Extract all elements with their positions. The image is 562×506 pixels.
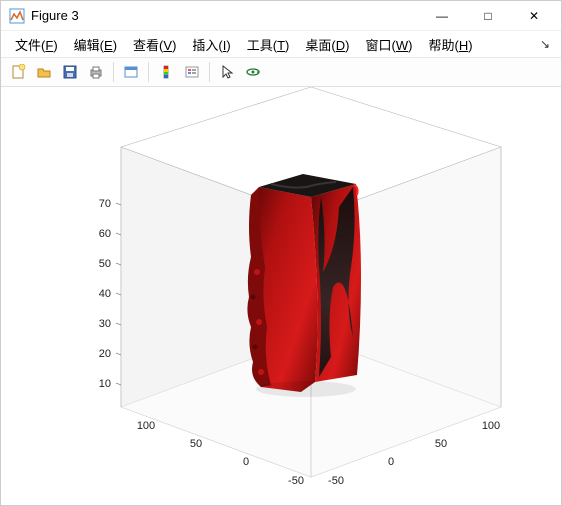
- surface-object: [247, 174, 361, 397]
- toolbar: [1, 57, 561, 87]
- app-icon: [9, 8, 25, 24]
- svg-text:0: 0: [388, 456, 394, 468]
- open-button[interactable]: [32, 60, 56, 84]
- insert-colorbar-button[interactable]: [154, 60, 178, 84]
- save-icon: [62, 64, 78, 80]
- pointer-icon: [219, 64, 235, 80]
- menu-edit[interactable]: 编辑(E): [66, 33, 125, 56]
- menu-desktop[interactable]: 桌面(D): [297, 33, 357, 56]
- menu-insert[interactable]: 插入(I): [184, 33, 238, 56]
- z-axis-ticks: 10 20 30 40 50 60 70: [99, 198, 121, 390]
- rotate-3d-icon: [245, 64, 261, 80]
- menu-overflow-icon[interactable]: ↘: [535, 37, 555, 51]
- print-icon: [88, 64, 104, 80]
- menu-view[interactable]: 查看(V): [125, 33, 184, 56]
- svg-text:50: 50: [435, 438, 447, 450]
- menu-tools[interactable]: 工具(T): [239, 33, 298, 56]
- maximize-button[interactable]: □: [465, 1, 511, 31]
- toolbar-separator: [148, 62, 149, 82]
- menu-help[interactable]: 帮助(H): [420, 33, 480, 56]
- svg-text:50: 50: [99, 258, 111, 270]
- svg-text:-50: -50: [288, 475, 304, 487]
- window-controls: — □ ✕: [419, 1, 557, 31]
- svg-text:40: 40: [99, 288, 111, 300]
- minimize-button[interactable]: —: [419, 1, 465, 31]
- svg-text:30: 30: [99, 318, 111, 330]
- rotate-3d-button[interactable]: [241, 60, 265, 84]
- svg-text:50: 50: [190, 438, 202, 450]
- close-button[interactable]: ✕: [511, 1, 557, 31]
- axes-3d[interactable]: 10 20 30 40 50 60 70 100 50 0 -50: [1, 87, 561, 505]
- edit-plot-button[interactable]: [215, 60, 239, 84]
- colorbar-icon: [158, 64, 174, 80]
- titlebar[interactable]: Figure 3 — □ ✕: [1, 1, 561, 31]
- new-figure-button[interactable]: [6, 60, 30, 84]
- save-button[interactable]: [58, 60, 82, 84]
- window-title: Figure 3: [31, 8, 419, 23]
- print-button[interactable]: [84, 60, 108, 84]
- svg-text:-50: -50: [328, 475, 344, 487]
- data-cursor-button[interactable]: [119, 60, 143, 84]
- new-figure-icon: [10, 64, 26, 80]
- svg-text:20: 20: [99, 348, 111, 360]
- menu-file[interactable]: 文件(F): [7, 33, 66, 56]
- insert-legend-button[interactable]: [180, 60, 204, 84]
- figure-window: Figure 3 — □ ✕ 文件(F) 编辑(E) 查看(V) 插入(I) 工…: [0, 0, 562, 506]
- open-icon: [36, 64, 52, 80]
- svg-text:0: 0: [243, 456, 249, 468]
- toolbar-separator: [113, 62, 114, 82]
- svg-text:60: 60: [99, 228, 111, 240]
- svg-text:10: 10: [99, 378, 111, 390]
- legend-icon: [184, 64, 200, 80]
- data-cursor-icon: [123, 64, 139, 80]
- menubar: 文件(F) 编辑(E) 查看(V) 插入(I) 工具(T) 桌面(D) 窗口(W…: [1, 31, 561, 57]
- svg-text:100: 100: [482, 420, 500, 432]
- toolbar-separator: [209, 62, 210, 82]
- svg-text:100: 100: [137, 420, 155, 432]
- menu-window[interactable]: 窗口(W): [357, 33, 420, 56]
- svg-text:70: 70: [99, 198, 111, 210]
